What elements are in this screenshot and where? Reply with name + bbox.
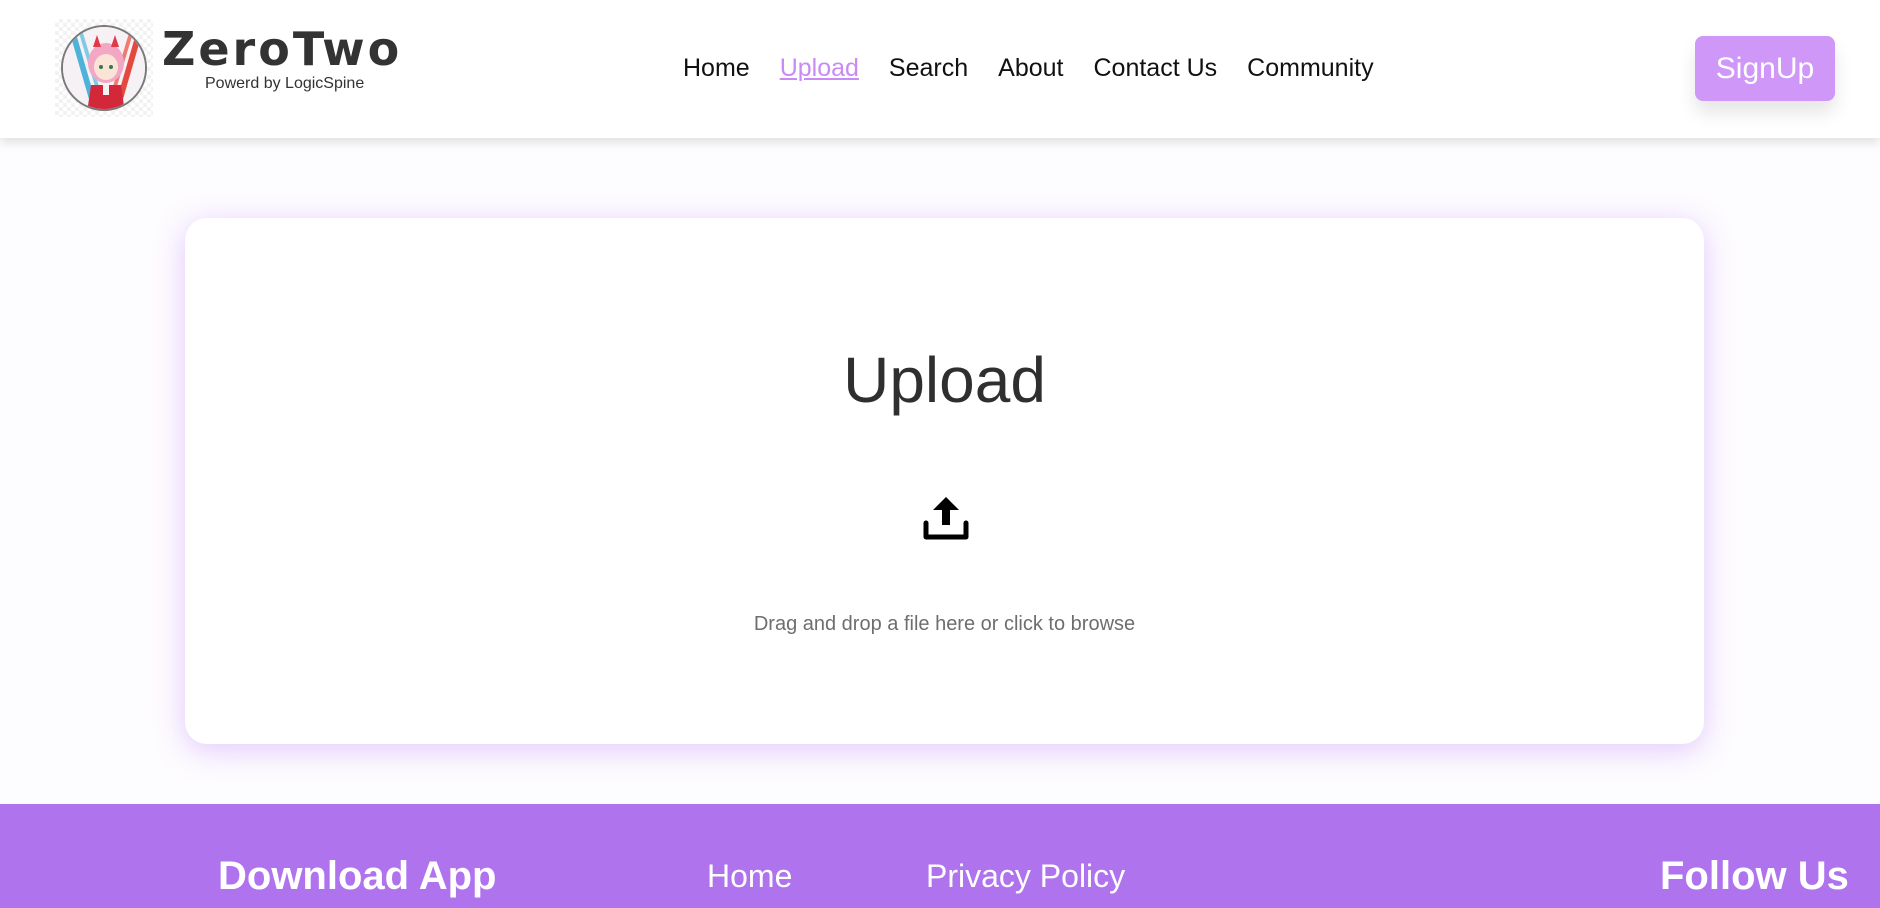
anime-character-avatar-icon [63,27,145,109]
nav-contact-us[interactable]: Contact Us [1093,52,1217,84]
upload-title: Upload [843,344,1046,416]
footer-link-privacy-policy[interactable]: Privacy Policy [926,860,1125,892]
upload-dropzone[interactable]: Upload Drag and drop a file here or clic… [185,218,1704,744]
site-header: ZeroTwo Powerd by LogicSpine Home Upload… [0,0,1880,138]
nav-community[interactable]: Community [1247,52,1373,84]
brand-name: ZeroTwo [162,22,403,76]
signup-button[interactable]: SignUp [1695,36,1835,101]
download-app-heading: Download App [218,854,497,898]
logo-avatar [61,25,147,111]
site-footer: Download App Home Privacy Policy Follow … [0,804,1880,908]
nav-upload[interactable]: Upload [780,52,859,84]
nav-about[interactable]: About [998,52,1063,84]
footer-link-home[interactable]: Home [707,860,792,892]
brand-subtitle: Powerd by LogicSpine [205,75,365,92]
follow-us-heading: Follow Us [1660,854,1849,898]
nav-home[interactable]: Home [683,52,750,84]
upload-icon[interactable] [922,493,970,541]
main-nav: Home Upload Search About Contact Us Comm… [683,52,1404,84]
dropzone-hint: Drag and drop a file here or click to br… [753,613,1136,635]
nav-search[interactable]: Search [889,52,968,84]
logo[interactable] [55,19,153,117]
